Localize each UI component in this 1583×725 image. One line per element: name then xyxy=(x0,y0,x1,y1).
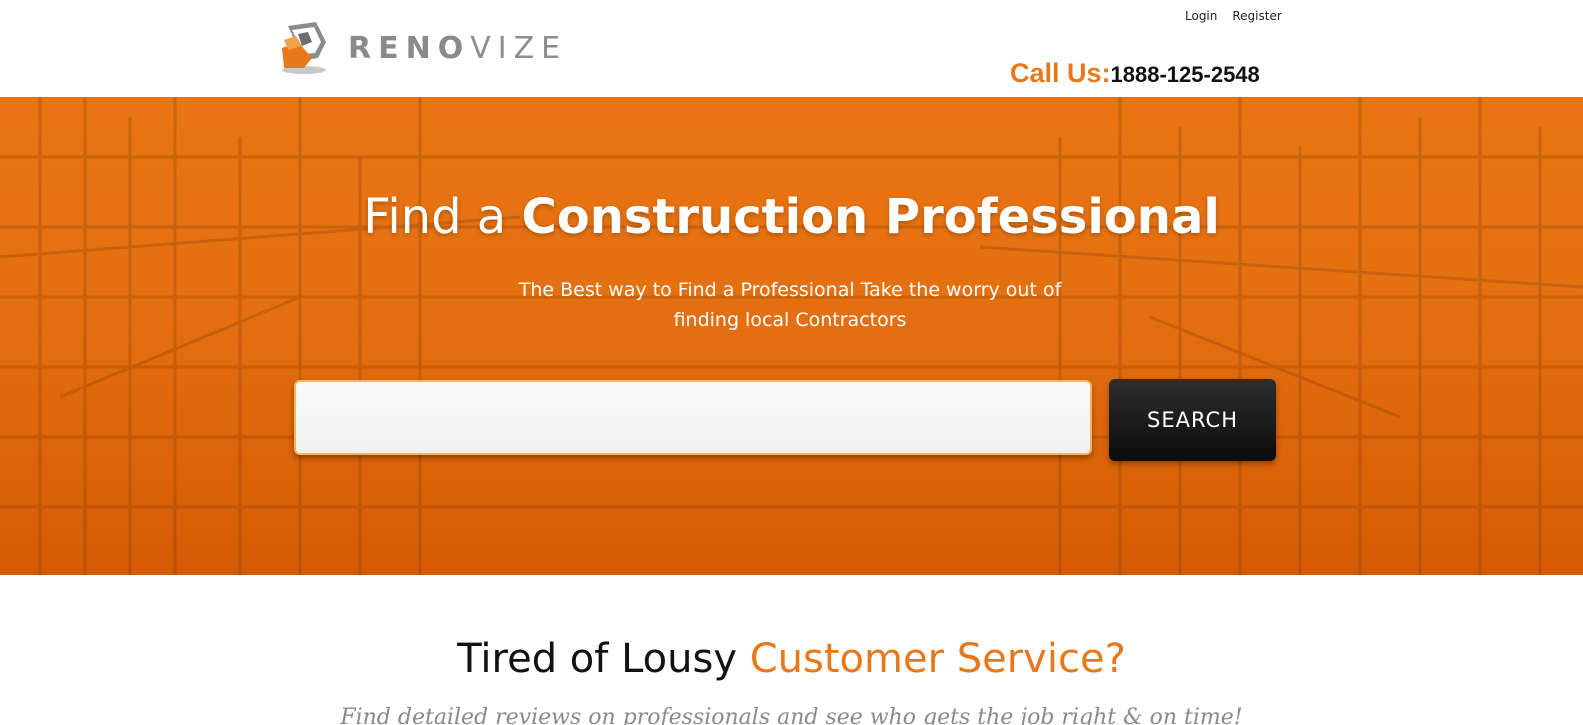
hero-title-light: Find a xyxy=(363,189,507,245)
hero-title-bold: Construction Professional xyxy=(521,189,1220,245)
register-link[interactable]: Register xyxy=(1232,9,1281,23)
call-us-label: Call Us: xyxy=(1010,58,1111,88)
search-input[interactable] xyxy=(294,380,1092,455)
site-header: RENOVIZE Login Register Call Us:1888-125… xyxy=(0,0,1583,97)
login-link[interactable]: Login xyxy=(1185,9,1217,23)
account-links: Login Register xyxy=(1185,9,1282,23)
renovize-logo-icon xyxy=(282,22,326,74)
scaffolding-background xyxy=(0,97,1583,575)
section-title-accent: Customer Service? xyxy=(749,636,1126,682)
logo-prefix: RENO xyxy=(348,30,471,66)
section-title: Tired of Lousy Customer Service? xyxy=(0,636,1583,682)
phone-number[interactable]: 1888-125-2548 xyxy=(1111,62,1260,87)
logo-wordmark: RENOVIZE xyxy=(348,31,567,66)
hero-banner: Find a Construction Professional The Bes… xyxy=(0,97,1583,575)
hero-subtitle: The Best way to Find a Professional Take… xyxy=(518,279,1062,331)
search-button[interactable]: SEARCH xyxy=(1109,379,1276,461)
hero-title: Find a Construction Professional xyxy=(0,189,1583,245)
section-title-plain: Tired of Lousy xyxy=(457,636,737,682)
call-us: Call Us:1888-125-2548 xyxy=(1010,58,1260,89)
section-subtitle: Find detailed reviews on professionals a… xyxy=(340,705,1243,725)
logo-suffix: VIZE xyxy=(470,30,568,66)
logo[interactable]: RENOVIZE xyxy=(278,20,567,76)
